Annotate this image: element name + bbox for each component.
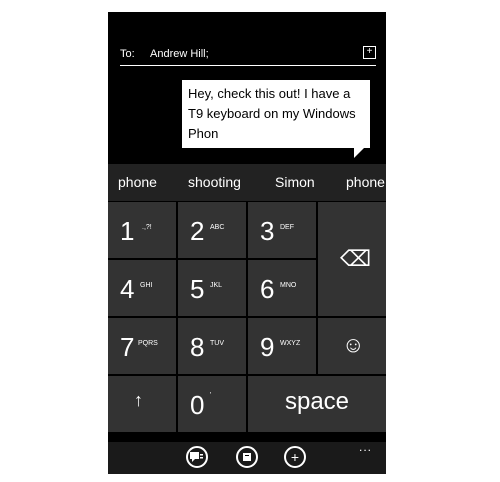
suggestion-item[interactable]: Simon	[275, 174, 315, 190]
more-icon[interactable]: ...	[359, 440, 372, 454]
bubble-tail	[354, 148, 364, 158]
suggestion-item[interactable]: phone	[346, 174, 385, 190]
key-number: 0	[190, 390, 205, 420]
app-bar: + ...	[108, 440, 386, 474]
key-number: 6	[260, 274, 275, 304]
key-8[interactable]: 8 TUV	[178, 318, 246, 374]
key-letters: JKL	[210, 282, 223, 289]
space-key[interactable]: space	[248, 376, 386, 432]
key-number: 3	[260, 216, 275, 246]
key-7[interactable]: 7 PQRS	[108, 318, 176, 374]
add-icon[interactable]: +	[284, 446, 306, 468]
key-letters: MNO	[280, 282, 297, 289]
key-number: 1	[120, 216, 135, 246]
arrow-up-icon: ↑	[134, 390, 143, 410]
to-field[interactable]: To: Andrew Hill; +	[120, 46, 376, 72]
key-4[interactable]: 4 GHI	[108, 260, 176, 316]
backspace-key[interactable]: ⌫	[318, 202, 386, 316]
suggestion-item[interactable]: phone	[118, 174, 157, 190]
emoji-key[interactable]: ☺	[318, 318, 386, 374]
key-9[interactable]: 9 WXYZ	[248, 318, 316, 374]
key-number: 8	[190, 332, 205, 362]
space-label: space	[284, 388, 350, 415]
shift-key[interactable]: ↑	[108, 376, 176, 432]
message-bubble[interactable]: Hey, check this out! I have a T9 keyboar…	[182, 80, 370, 148]
attach-icon[interactable]	[236, 446, 258, 468]
key-letters: ABC	[210, 224, 225, 231]
key-6[interactable]: 6 MNO	[248, 260, 316, 316]
key-number: 4	[120, 274, 135, 304]
key-letters: WXYZ	[280, 340, 301, 347]
key-1[interactable]: 1 .,?!	[108, 202, 176, 258]
key-0[interactable]: 0 '	[178, 376, 246, 432]
add-box-icon[interactable]: +	[363, 46, 376, 59]
key-letters: DEF	[280, 224, 294, 231]
key-letters: TUV	[210, 340, 224, 347]
backspace-icon: ⌫	[340, 246, 372, 271]
key-5[interactable]: 5 JKL	[178, 260, 246, 316]
smiley-icon: ☺	[342, 332, 365, 357]
key-letters: '	[210, 392, 212, 399]
to-underline	[120, 65, 376, 66]
message-text: Hey, check this out! I have a T9 keyboar…	[188, 86, 356, 141]
key-2[interactable]: 2 ABC	[178, 202, 246, 258]
key-letters: .,?!	[142, 224, 152, 231]
recipient-name: Andrew Hill;	[150, 48, 209, 60]
key-3[interactable]: 3 DEF	[248, 202, 316, 258]
key-letters: GHI	[140, 282, 153, 289]
to-label: To:	[120, 48, 135, 60]
key-number: 2	[190, 216, 205, 246]
key-number: 5	[190, 274, 205, 304]
key-letters: PQRS	[138, 340, 158, 347]
key-number: 7	[120, 332, 135, 362]
send-icon[interactable]	[186, 446, 208, 468]
key-number: 9	[260, 332, 275, 362]
phone-screen: To: Andrew Hill; + Hey, check this out! …	[108, 12, 386, 474]
suggestion-bar: phone shooting Simon phone	[108, 164, 386, 201]
suggestion-item[interactable]: shooting	[188, 174, 241, 190]
